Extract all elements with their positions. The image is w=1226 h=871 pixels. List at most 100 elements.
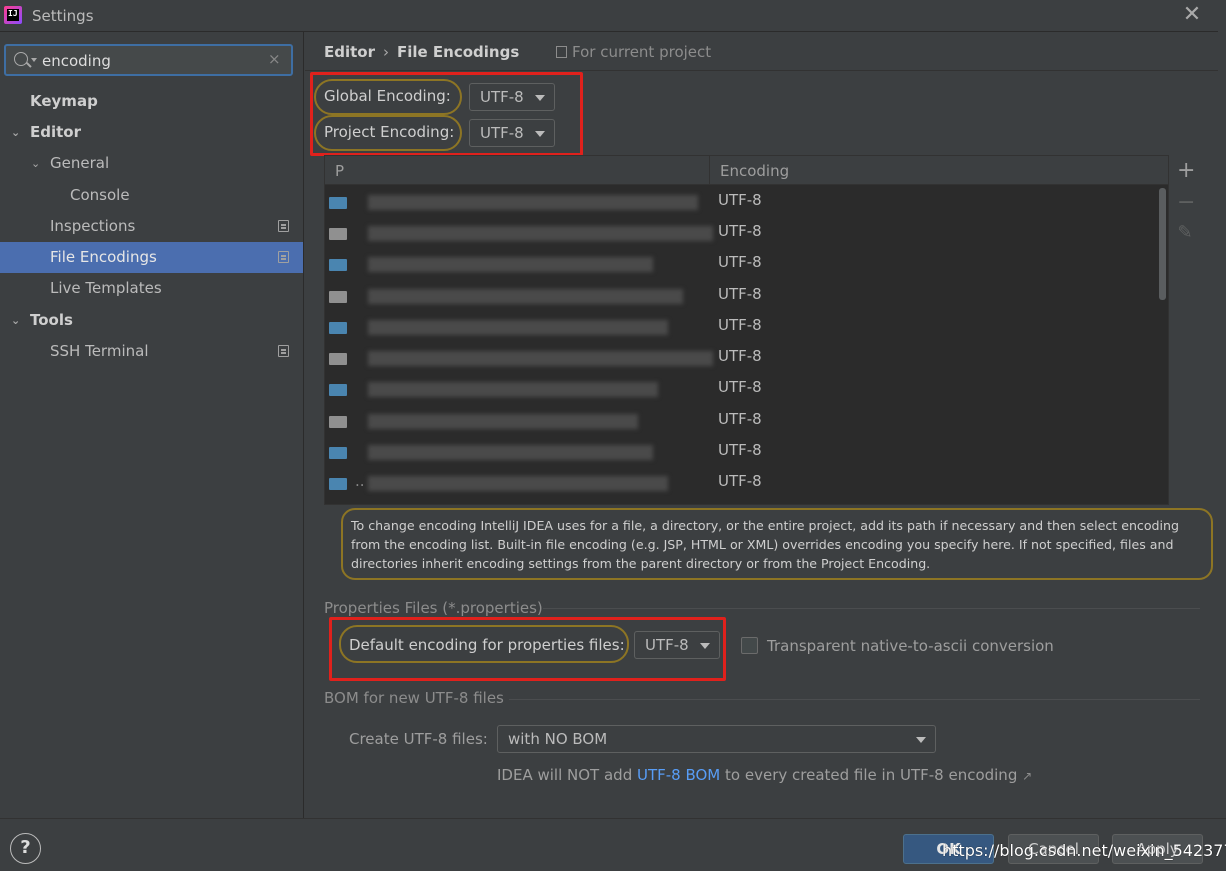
sidebar-item-label: File Encodings <box>50 248 157 266</box>
column-divider <box>709 156 710 185</box>
properties-section-title: Properties Files (*.properties) <box>324 599 543 617</box>
sidebar-item-ssh-terminal[interactable]: SSH Terminal <box>0 336 303 367</box>
chevron-down-icon[interactable]: ⌄ <box>31 148 40 179</box>
row-encoding[interactable]: UTF-8 <box>718 410 762 428</box>
clear-search-icon[interactable]: × <box>268 50 281 68</box>
table-header: P Encoding <box>325 156 1168 185</box>
edit-path-icon[interactable]: ✎ <box>1177 222 1193 243</box>
create-utf8-label: Create UTF-8 files: <box>349 730 488 748</box>
sidebar-item-keymap[interactable]: Keymap <box>0 86 303 117</box>
table-row[interactable]: UTF-8 <box>325 373 1157 404</box>
add-path-icon[interactable]: + <box>1177 158 1195 183</box>
breadcrumb-current: File Encodings <box>397 43 520 61</box>
project-scope-icon <box>278 220 289 232</box>
dialog-footer: ? OK Cancel Apply https://blog.csdn.net/… <box>0 818 1226 871</box>
row-encoding[interactable]: UTF-8 <box>718 441 762 459</box>
project-scope-icon <box>278 345 289 357</box>
scrollbar-thumb[interactable] <box>1159 188 1166 300</box>
row-encoding[interactable]: UTF-8 <box>718 191 762 209</box>
sidebar-item-file-encodings[interactable]: File Encodings <box>0 242 303 273</box>
table-row[interactable]: UTF-8 <box>325 311 1157 342</box>
file-icon <box>329 353 347 365</box>
dropdown-arrow-icon <box>916 737 926 743</box>
sidebar-item-console[interactable]: Console <box>0 180 303 211</box>
close-icon[interactable]: ✕ <box>1180 4 1204 28</box>
table-row[interactable]: .. UTF-8 <box>325 467 1157 498</box>
sidebar-item-label: Live Templates <box>50 279 162 297</box>
bom-note-prefix: IDEA will NOT add <box>497 766 637 784</box>
breadcrumb-parent[interactable]: Editor <box>324 43 375 61</box>
section-divider <box>543 608 1200 609</box>
sidebar-item-label: Tools <box>30 311 73 329</box>
breadcrumb: Editor › File Encodings <box>324 43 519 61</box>
utf8-bom-link[interactable]: UTF-8 BOM <box>637 766 720 784</box>
sidebar-item-editor[interactable]: ⌄ Editor <box>0 117 303 148</box>
sidebar-item-label: SSH Terminal <box>50 342 149 360</box>
table-row[interactable]: UTF-8 <box>325 248 1157 279</box>
encoding-hint-text: To change encoding IntelliJ IDEA uses fo… <box>341 508 1213 580</box>
project-scope-icon <box>278 251 289 263</box>
folder-icon <box>329 259 347 271</box>
search-icon <box>14 52 28 66</box>
bom-select[interactable]: with NO BOM <box>497 725 936 753</box>
project-scope-icon <box>556 46 567 58</box>
header-divider <box>305 70 1226 71</box>
sidebar-item-live-templates[interactable]: Live Templates <box>0 273 303 304</box>
breadcrumb-separator: › <box>383 43 389 61</box>
redacted-path <box>368 289 683 304</box>
redacted-path <box>368 382 658 397</box>
encodings-table[interactable]: P Encoding UTF-8 UTF-8 UTF-8 UTF-8 UTF-8… <box>324 155 1169 505</box>
redacted-path <box>368 195 698 210</box>
row-encoding[interactable]: UTF-8 <box>718 472 762 490</box>
file-icon <box>329 416 347 428</box>
row-encoding[interactable]: UTF-8 <box>718 316 762 334</box>
redacted-path <box>368 351 713 366</box>
native-to-ascii-checkbox[interactable] <box>741 637 758 654</box>
column-header-encoding[interactable]: Encoding <box>720 162 789 180</box>
section-divider <box>509 699 1200 700</box>
row-encoding[interactable]: UTF-8 <box>718 285 762 303</box>
sidebar-item-tools[interactable]: ⌄ Tools <box>0 305 303 336</box>
table-row[interactable]: UTF-8 <box>325 405 1157 436</box>
sidebar-item-general[interactable]: ⌄ General <box>0 148 303 179</box>
column-header-path[interactable]: P <box>335 162 344 180</box>
row-encoding[interactable]: UTF-8 <box>718 253 762 271</box>
sidebar-item-label: Editor <box>30 123 81 141</box>
folder-icon <box>329 478 347 490</box>
redacted-path <box>368 476 668 491</box>
table-row[interactable]: UTF-8 <box>325 280 1157 311</box>
native-to-ascii-label[interactable]: Transparent native-to-ascii conversion <box>767 637 1054 655</box>
sidebar-item-label: Inspections <box>50 217 136 235</box>
search-field[interactable]: × <box>4 44 293 76</box>
scope-indicator: For current project <box>556 43 711 61</box>
settings-content: Editor › File Encodings For current projec… <box>305 32 1226 818</box>
search-history-dropdown-icon[interactable] <box>31 58 37 62</box>
redacted-path <box>368 320 668 335</box>
table-row[interactable]: UTF-8 <box>325 436 1157 467</box>
bom-select-value: with NO BOM <box>508 730 608 748</box>
redacted-path <box>368 257 653 272</box>
bom-section-title: BOM for new UTF-8 files <box>324 689 504 707</box>
help-button[interactable]: ? <box>10 833 41 864</box>
row-encoding[interactable]: UTF-8 <box>718 347 762 365</box>
row-encoding[interactable]: UTF-8 <box>718 222 762 240</box>
chevron-down-icon[interactable]: ⌄ <box>11 117 20 148</box>
table-row[interactable]: UTF-8 <box>325 342 1157 373</box>
table-row[interactable]: UTF-8 <box>325 186 1157 217</box>
table-scrollbar[interactable] <box>1157 186 1168 504</box>
intellij-idea-icon: IJ <box>4 6 22 24</box>
table-row[interactable]: UTF-8 <box>325 217 1157 248</box>
redacted-path <box>368 226 713 241</box>
red-highlight-box <box>329 617 726 681</box>
redacted-path <box>368 414 638 429</box>
sidebar-item-label: General <box>50 154 110 172</box>
sidebar-item-inspections[interactable]: Inspections <box>0 211 303 242</box>
settings-sidebar: × Keymap ⌄ Editor ⌄ General Console Insp… <box>0 32 304 818</box>
row-encoding[interactable]: UTF-8 <box>718 378 762 396</box>
folder-icon <box>329 197 347 209</box>
window-title: Settings <box>32 7 94 25</box>
remove-path-icon[interactable]: − <box>1177 190 1195 215</box>
sidebar-item-label: Console <box>70 186 130 204</box>
search-input[interactable] <box>42 50 262 72</box>
chevron-down-icon[interactable]: ⌄ <box>11 305 20 336</box>
